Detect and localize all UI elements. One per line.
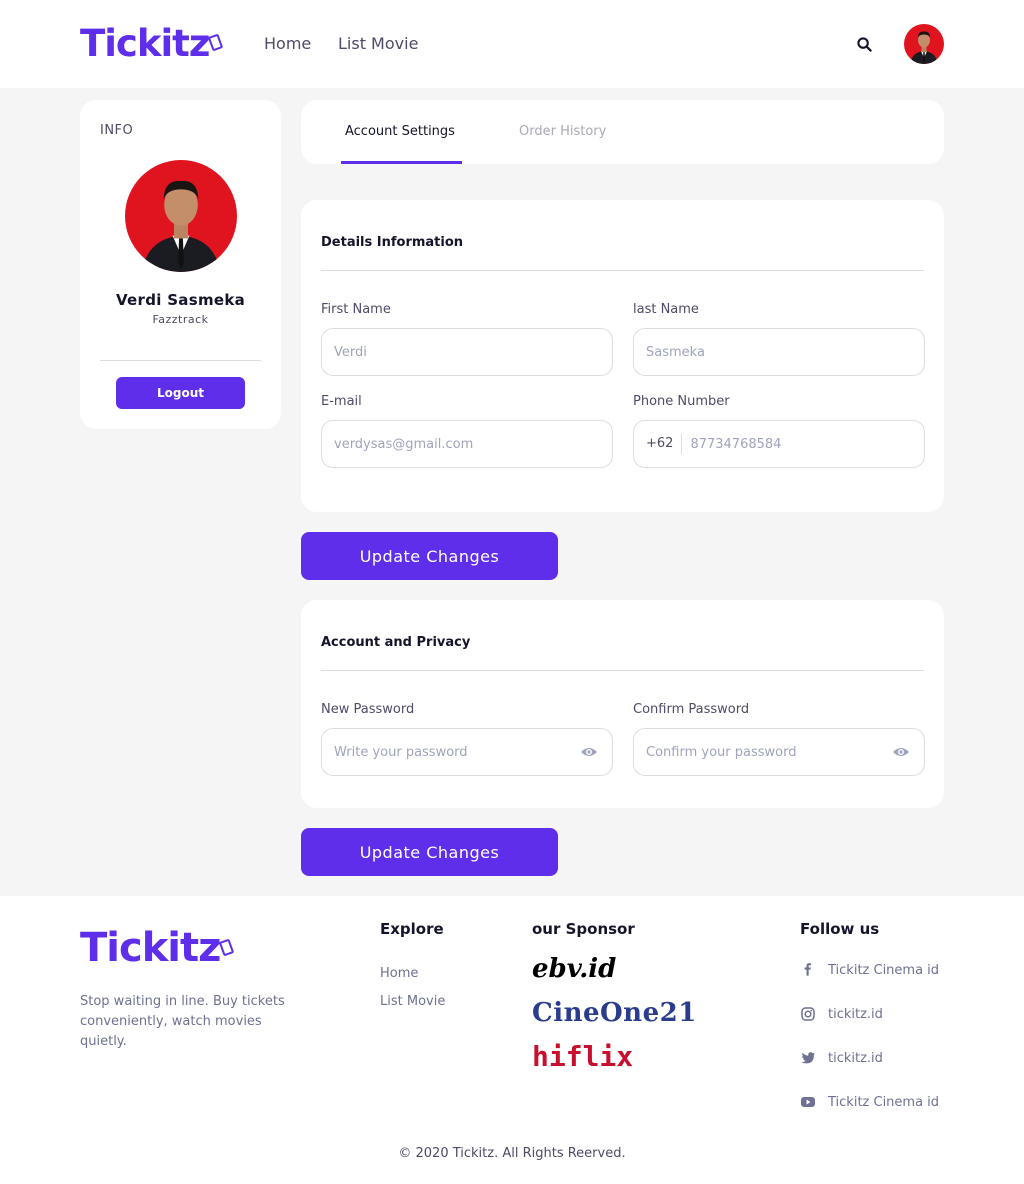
first-name-label: First Name (321, 302, 391, 317)
ticket-icon (219, 938, 235, 957)
first-name-value: Verdi (334, 344, 367, 360)
account-privacy-card: Account and Privacy New Password Write y… (301, 600, 944, 808)
follow-facebook-link[interactable]: Tickitz Cinema id (800, 960, 939, 980)
instagram-icon (800, 1006, 816, 1022)
nav-list-movie-link[interactable]: List Movie (338, 34, 418, 54)
update-password-button[interactable]: Update Changes (301, 828, 558, 876)
follow-heading: Follow us (800, 920, 880, 938)
privacy-section-title: Account and Privacy (321, 635, 471, 650)
tickitz-logo[interactable]: Tickitz (80, 22, 224, 66)
active-tab-indicator (341, 161, 462, 164)
section-divider (321, 270, 924, 271)
user-avatar[interactable] (904, 24, 944, 64)
profile-name: Verdi Sasmeka (115, 291, 246, 309)
follow-youtube-link[interactable]: Tickitz Cinema id (800, 1092, 939, 1112)
details-section-title: Details Information (321, 235, 464, 250)
footer-list-movie-link[interactable]: List Movie (380, 994, 445, 1010)
sponsor-ebv-logo[interactable]: ebv.id (532, 954, 616, 984)
confirm-password-placeholder: Confirm your password (646, 744, 797, 760)
ticket-icon (208, 33, 224, 52)
explore-heading: Explore (380, 920, 444, 938)
footer-logo-text: Tickitz (80, 925, 221, 971)
footer: Tickitz Stop waiting in line. Buy ticket… (0, 896, 1024, 1184)
email-label: E-mail (321, 394, 362, 409)
new-password-placeholder: Write your password (334, 744, 468, 760)
info-divider (100, 360, 261, 361)
profile-avatar (125, 160, 237, 272)
facebook-label: Tickitz Cinema id (828, 962, 940, 978)
profile-subtitle: Fazztrack (152, 313, 209, 326)
follow-twitter-link[interactable]: tickitz.id (800, 1048, 883, 1068)
last-name-label: last Name (633, 302, 699, 317)
phone-prefix: +62 (646, 434, 683, 454)
confirm-password-label: Confirm Password (633, 702, 750, 717)
sponsor-hiflix-logo[interactable]: hiflix (532, 1042, 633, 1072)
sponsor-cineone21-logo[interactable]: CineOne21 (532, 998, 697, 1028)
copyright-text: © 2020 Tickitz. All Rights Reerved. (398, 1146, 626, 1161)
tab-order-history[interactable]: Order History (519, 124, 606, 140)
sponsor-heading: our Sponsor (532, 920, 635, 938)
new-password-label: New Password (321, 702, 415, 717)
logo-text: Tickitz (80, 22, 210, 65)
tab-account-settings[interactable]: Account Settings (345, 124, 455, 140)
footer-home-link[interactable]: Home (380, 966, 418, 982)
nav-home-link[interactable]: Home (264, 34, 311, 54)
section-divider (321, 670, 924, 671)
phone-label: Phone Number (633, 394, 730, 409)
email-field[interactable]: verdysas@gmail.com (321, 420, 613, 468)
top-navbar: Tickitz Home List Movie (0, 0, 1024, 88)
phone-field[interactable]: +62 87734768584 (633, 420, 925, 468)
twitter-icon (800, 1050, 816, 1066)
instagram-label: tickitz.id (828, 1006, 883, 1022)
twitter-label: tickitz.id (828, 1050, 883, 1066)
details-information-card: Details Information First Name Verdi las… (301, 200, 944, 512)
first-name-field[interactable]: Verdi (321, 328, 613, 376)
eye-icon[interactable] (580, 745, 598, 759)
last-name-value: Sasmeka (646, 344, 705, 360)
email-value: verdysas@gmail.com (334, 436, 474, 452)
update-details-button[interactable]: Update Changes (301, 532, 558, 580)
new-password-field[interactable]: Write your password (321, 728, 613, 776)
settings-tabs: Account Settings Order History (301, 100, 944, 164)
last-name-field[interactable]: Sasmeka (633, 328, 925, 376)
search-icon[interactable] (857, 37, 872, 52)
facebook-icon (800, 962, 816, 978)
profile-info-card: INFO Verdi Sasmeka Fazztrack Logout (80, 100, 281, 429)
footer-tagline: Stop waiting in line. Buy tickets conven… (80, 994, 285, 1049)
info-label: INFO (100, 123, 134, 138)
eye-icon[interactable] (892, 745, 910, 759)
youtube-icon (800, 1094, 816, 1110)
footer-logo[interactable]: Tickitz (80, 924, 235, 972)
confirm-password-field[interactable]: Confirm your password (633, 728, 925, 776)
phone-value: 87734768584 (690, 436, 782, 452)
follow-instagram-link[interactable]: tickitz.id (800, 1004, 883, 1024)
youtube-label: Tickitz Cinema id (828, 1094, 940, 1110)
logout-button[interactable]: Logout (116, 377, 245, 409)
